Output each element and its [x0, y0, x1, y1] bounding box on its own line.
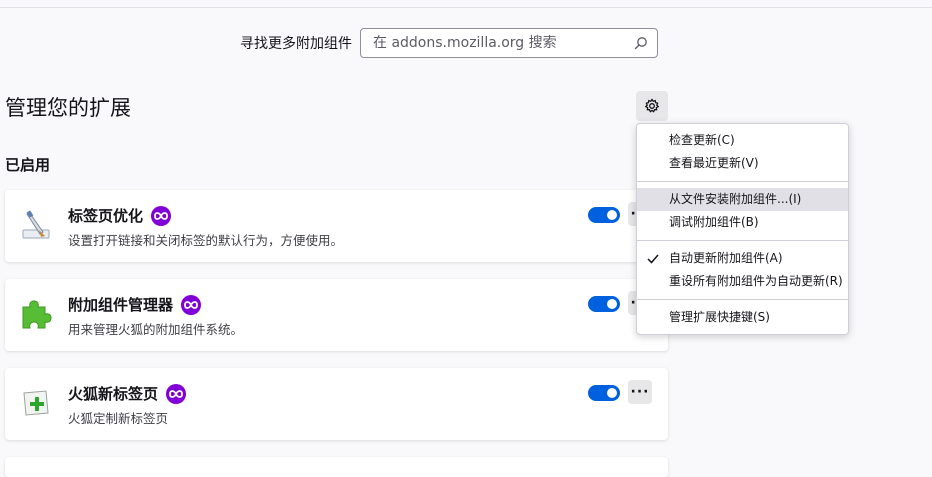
- extension-name: 标签页优化: [68, 207, 144, 225]
- section-enabled-title: 已启用: [5, 156, 51, 174]
- extension-toggle[interactable]: [588, 207, 620, 223]
- menu-item-reset-auto-update[interactable]: 重设所有附加组件为自动更新(R): [637, 270, 848, 293]
- menu-item-label: 从文件安装附加组件...(I): [669, 192, 802, 206]
- settings-button[interactable]: [636, 91, 668, 121]
- page-title: 管理您的扩展: [5, 96, 131, 120]
- puzzle-piece-icon: [19, 297, 53, 331]
- search-row: 寻找更多附加组件: [240, 28, 658, 58]
- menu-item-debug-addons[interactable]: 调试附加组件(B): [637, 211, 848, 234]
- menu-item-label: 调试附加组件(B): [669, 215, 759, 229]
- extension-card[interactable]: 火狐新标签页 火狐定制新标签页 ···: [5, 368, 668, 440]
- top-toolbar-edge: [0, 0, 932, 8]
- search-input[interactable]: [371, 34, 633, 52]
- menu-item-label: 重设所有附加组件为自动更新(R): [669, 274, 843, 288]
- menu-item-view-recent-updates[interactable]: 查看最近更新(V): [637, 152, 848, 175]
- search-label: 寻找更多附加组件: [240, 36, 352, 52]
- recommended-badge-icon: [181, 294, 202, 315]
- menu-item-check-updates[interactable]: 检查更新(C): [637, 129, 848, 152]
- menu-separator: [637, 240, 848, 241]
- more-options-button[interactable]: ···: [628, 380, 652, 404]
- extension-card-partial: [5, 457, 668, 477]
- menu-separator: [637, 181, 848, 182]
- menu-item-label: 查看最近更新(V): [669, 156, 759, 170]
- recommended-badge-icon: [151, 205, 172, 226]
- extension-toggle[interactable]: [588, 385, 620, 401]
- extension-description: 火狐定制新标签页: [68, 411, 169, 426]
- menu-item-install-from-file[interactable]: 从文件安装附加组件...(I): [637, 188, 848, 211]
- extension-card[interactable]: 标签页优化 设置打开链接和关闭标签的默认行为，方便使用。 ···: [5, 190, 668, 262]
- gear-icon: [644, 98, 660, 113]
- extension-description: 用来管理火狐的附加组件系统。: [68, 322, 244, 337]
- brush-window-icon: [19, 208, 53, 242]
- menu-item-label: 检查更新(C): [669, 133, 735, 147]
- menu-separator: [637, 299, 848, 300]
- menu-item-label: 自动更新附加组件(A): [669, 251, 783, 265]
- extension-toggle[interactable]: [588, 296, 620, 312]
- search-icon[interactable]: [633, 35, 649, 51]
- recommended-badge-icon: [166, 383, 187, 404]
- toggle-knob: [607, 299, 617, 309]
- toggle-knob: [607, 388, 617, 398]
- new-tab-plus-icon: [19, 386, 53, 420]
- extension-description: 设置打开链接和关闭标签的默认行为，方便使用。: [68, 233, 344, 248]
- menu-item-auto-update[interactable]: 自动更新附加组件(A): [637, 247, 848, 270]
- menu-item-label: 管理扩展快捷键(S): [669, 310, 770, 324]
- toggle-knob: [607, 210, 617, 220]
- extension-name: 附加组件管理器: [68, 296, 174, 314]
- search-box[interactable]: [360, 28, 658, 58]
- settings-menu: 检查更新(C) 查看最近更新(V) 从文件安装附加组件...(I) 调试附加组件…: [636, 123, 849, 335]
- extension-card[interactable]: 附加组件管理器 用来管理火狐的附加组件系统。 ···: [5, 279, 668, 351]
- extension-name: 火狐新标签页: [68, 385, 159, 403]
- menu-item-manage-shortcuts[interactable]: 管理扩展快捷键(S): [637, 306, 848, 329]
